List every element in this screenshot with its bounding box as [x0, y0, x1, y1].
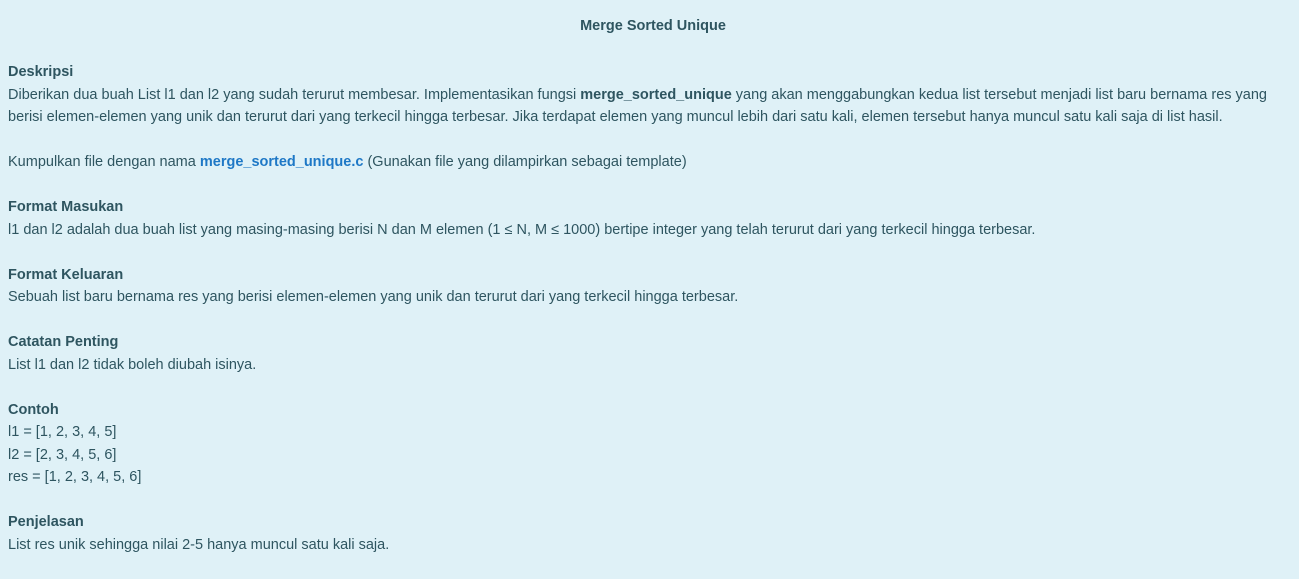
catatan-text: List l1 dan l2 tidak boleh diubah isinya…: [8, 356, 257, 373]
template-file-link[interactable]: merge_sorted_unique.c: [200, 154, 364, 170]
kumpulkan-line: Kumpulkan file dengan nama merge_sorted_…: [8, 151, 1298, 174]
kumpulkan-text-pre: Kumpulkan file dengan nama: [8, 154, 200, 170]
deskripsi-heading: Deskripsi: [8, 64, 74, 80]
format-masukan-text: l1 dan l2 adalah dua buah list yang masi…: [8, 221, 1036, 238]
page-title: Merge Sorted Unique: [580, 18, 726, 34]
section-kumpulkan: Kumpulkan file dengan nama merge_sorted_…: [8, 151, 1298, 174]
deskripsi-line-1: Diberikan dua buah List l1 dan l2 yang s…: [8, 84, 1298, 107]
deskripsi-text-pre: Diberikan dua buah List l1 dan l2 yang s…: [8, 86, 581, 103]
format-keluaran-heading: Format Keluaran: [8, 266, 124, 283]
contoh-line-l1: l1 = [1, 2, 3, 4, 5]: [8, 424, 117, 440]
function-name: merge_sorted_unique: [580, 86, 732, 103]
section-penjelasan: Penjelasan List res unik sehingga nilai …: [8, 511, 1298, 556]
format-keluaran-text: Sebuah list baru bernama res yang berisi…: [8, 289, 739, 305]
penjelasan-text: List res unik sehingga nilai 2-5 hanya m…: [8, 536, 390, 553]
catatan-heading: Catatan Penting: [8, 334, 119, 350]
kumpulkan-text-post: (Gunakan file yang dilampirkan sebagai t…: [363, 154, 687, 170]
contoh-line-l2: l2 = [2, 3, 4, 5, 6]: [8, 446, 117, 463]
section-format-masukan: Format Masukan l1 dan l2 adalah dua buah…: [8, 196, 1298, 241]
contoh-heading: Contoh: [8, 401, 59, 418]
problem-page: Merge Sorted Unique Deskripsi Diberikan …: [0, 0, 1299, 563]
deskripsi-text-post: yang akan menggabungkan kedua list terse…: [731, 86, 1267, 103]
contoh-line-res: res = [1, 2, 3, 4, 5, 6]: [8, 469, 142, 485]
section-deskripsi: Deskripsi Diberikan dua buah List l1 dan…: [8, 61, 1298, 129]
section-catatan-penting: Catatan Penting List l1 dan l2 tidak bol…: [8, 331, 1298, 376]
section-format-keluaran: Format Keluaran Sebuah list baru bernama…: [8, 264, 1298, 309]
problem-content: Deskripsi Diberikan dua buah List l1 dan…: [8, 61, 1298, 579]
section-contoh: Contoh l1 = [1, 2, 3, 4, 5] l2 = [2, 3, …: [8, 399, 1298, 489]
deskripsi-line-2: berisi elemen-elemen yang unik dan terur…: [8, 109, 1223, 125]
format-masukan-heading: Format Masukan: [8, 199, 124, 215]
penjelasan-heading: Penjelasan: [8, 514, 84, 530]
